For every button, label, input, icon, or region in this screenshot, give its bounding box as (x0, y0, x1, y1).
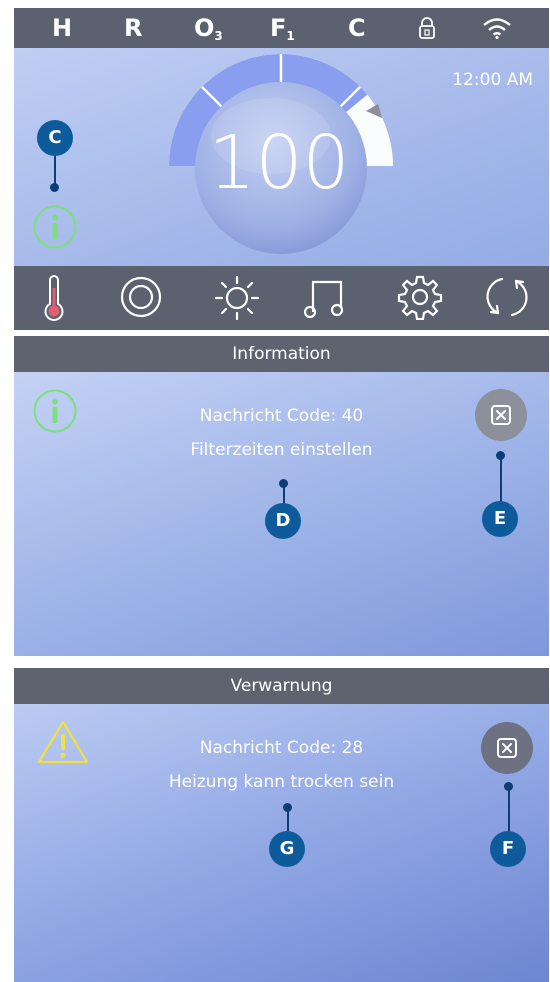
info-status-icon[interactable] (32, 204, 78, 250)
callout-g: G (269, 831, 305, 867)
refresh-icon[interactable] (484, 274, 530, 320)
warning-message-code: Nachricht Code: 28 (199, 738, 364, 758)
callout-c-dot (50, 183, 59, 192)
information-title: Information (14, 336, 549, 372)
callout-e-line (499, 458, 502, 504)
main-screen: H R O3 F1 C 12:00 AM 100 C (14, 8, 549, 330)
info-message-text: Filterzeiten einstellen (190, 440, 373, 460)
jets-icon[interactable] (118, 274, 164, 320)
music-icon[interactable] (304, 274, 348, 320)
temperature-readout: 100 (208, 120, 350, 206)
close-icon (491, 405, 511, 425)
warning-close-button[interactable] (481, 722, 533, 774)
callout-c: C (37, 120, 73, 156)
warning-title: Verwarnung (14, 668, 549, 704)
callout-e: E (482, 501, 518, 537)
callout-f: F (490, 831, 526, 867)
info-message-code: Nachricht Code: 40 (199, 406, 364, 426)
settings-icon[interactable] (397, 274, 443, 320)
callout-f-line (507, 789, 510, 835)
info-close-button[interactable] (475, 389, 527, 441)
callout-c-line (54, 156, 56, 186)
warning-message-text: Heizung kann trocken sein (168, 772, 395, 792)
bottom-toolbar (14, 266, 549, 330)
warning-dialog: Verwarnung Nachricht Code: 28 Heizung ka… (14, 668, 549, 982)
close-icon (497, 738, 517, 758)
callout-d: D (265, 503, 301, 539)
information-dialog: Information Nachricht Code: 40 Filterzei… (14, 336, 549, 656)
light-icon[interactable] (213, 274, 261, 322)
thermometer-icon[interactable] (41, 274, 67, 324)
